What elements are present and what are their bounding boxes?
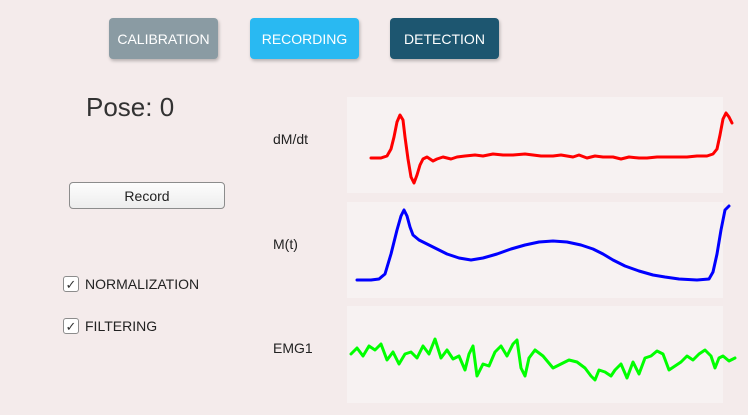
tab-calibration[interactable]: CALIBRATION [109,18,218,59]
mt-plot [347,202,731,298]
pose-indicator: Pose: 0 [86,92,175,122]
filtering-label: FILTERING [85,318,158,334]
tab-detection[interactable]: DETECTION [390,18,499,59]
normalization-checkbox[interactable]: ✓ [63,276,79,292]
normalization-label: NORMALIZATION [85,276,200,292]
emg1-plot-label: EMG1 [273,340,313,356]
emg1-signal-line [349,337,737,382]
filtering-checkbox[interactable]: ✓ [63,318,79,334]
dmdt-plot-label: dM/dt [273,131,309,147]
filtering-toggle[interactable]: ✓ FILTERING [63,317,157,335]
normalization-toggle[interactable]: ✓ NORMALIZATION [63,275,199,293]
dmdt-plot [347,97,734,193]
checkmark-icon: ✓ [65,318,77,334]
record-button[interactable]: Record [69,182,225,209]
checkmark-icon: ✓ [65,276,77,292]
tab-recording[interactable]: RECORDING [250,18,359,59]
dmdt-signal-line [369,111,734,185]
mt-plot-label: M(t) [273,236,298,252]
mt-signal-line [355,204,731,282]
emg1-plot [347,306,737,403]
